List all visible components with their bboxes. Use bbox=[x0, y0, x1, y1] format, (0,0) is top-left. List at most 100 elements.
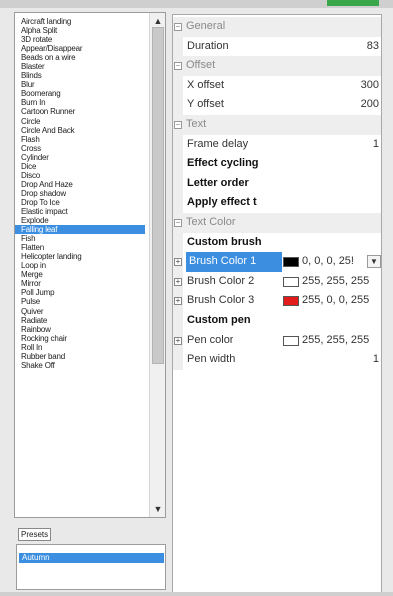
category-text-color-label: Text Color bbox=[186, 216, 236, 228]
category-text[interactable]: − Text bbox=[173, 115, 381, 135]
brush-color-3-swatch bbox=[283, 296, 299, 307]
property-brush-color-1[interactable]: + Brush Color 1 0, 0, 0, 25! ▼ bbox=[173, 252, 381, 272]
effect-list-item[interactable]: Rocking chair bbox=[15, 334, 145, 343]
effect-list-item[interactable]: Fish bbox=[15, 234, 145, 243]
effect-list-item[interactable]: Drop shadow bbox=[15, 189, 145, 198]
effect-list-item[interactable]: Pulse bbox=[15, 297, 145, 306]
effect-list-item[interactable]: Drop To Ice bbox=[15, 198, 145, 207]
effect-list-item[interactable]: Drop And Haze bbox=[15, 180, 145, 189]
pen-width-label: Pen width bbox=[187, 353, 236, 366]
property-custom-pen[interactable]: Custom pen bbox=[173, 311, 381, 331]
brush-color-1-swatch bbox=[283, 257, 299, 268]
effect-list-item[interactable]: Poll Jump bbox=[15, 288, 145, 297]
brush-color-3-value[interactable]: 255, 0, 0, 255 bbox=[302, 291, 369, 311]
effect-list-item[interactable]: Cartoon Runner bbox=[15, 107, 145, 116]
plus-box-icon[interactable]: + bbox=[174, 336, 182, 345]
property-effect-cycling[interactable]: Effect cycling bbox=[173, 154, 381, 174]
duration-label: Duration bbox=[187, 39, 229, 52]
property-brush-color-2[interactable]: + Brush Color 2 255, 255, 255 bbox=[173, 271, 381, 292]
effect-list-item[interactable]: Radiate bbox=[15, 316, 145, 325]
effect-list-item[interactable]: Loop in bbox=[15, 261, 145, 270]
pen-color-value[interactable]: 255, 255, 255 bbox=[302, 331, 369, 351]
brush-color-2-value[interactable]: 255, 255, 255 bbox=[302, 272, 369, 292]
scroll-down-arrow-icon[interactable]: ▼ bbox=[152, 503, 164, 515]
frame-delay-value[interactable]: 1 bbox=[373, 135, 379, 155]
apply-effect-label: Apply effect t bbox=[187, 196, 257, 209]
minus-box-icon[interactable]: − bbox=[174, 219, 182, 227]
effect-list-item[interactable]: Burn In bbox=[15, 98, 145, 107]
y-offset-value[interactable]: 200 bbox=[361, 95, 379, 115]
pen-color-label: Pen color bbox=[187, 333, 234, 346]
effect-list-item[interactable]: Merge bbox=[15, 270, 145, 279]
effects-list-panel: Aircraft landing Alpha Split 3D rotate Appe… bbox=[14, 12, 166, 518]
effect-list-item[interactable]: Mirror bbox=[15, 279, 145, 288]
property-brush-color-3[interactable]: + Brush Color 3 255, 0, 0, 255 bbox=[173, 291, 381, 311]
effect-list-item[interactable]: Quiver bbox=[15, 307, 145, 316]
property-y-offset[interactable]: Y offset 200 bbox=[173, 95, 381, 115]
effect-list-item[interactable]: Blur bbox=[15, 80, 145, 89]
effect-list-item[interactable]: Shake Off bbox=[15, 361, 145, 370]
plus-box-icon[interactable]: + bbox=[174, 277, 182, 286]
frame-delay-label: Frame delay bbox=[187, 137, 249, 150]
effect-list-item[interactable]: Appear/Disappear bbox=[15, 44, 145, 53]
property-pen-color[interactable]: + Pen color 255, 255, 255 bbox=[173, 330, 381, 351]
effect-list-item[interactable]: Disco bbox=[15, 171, 145, 180]
category-general-label: General bbox=[186, 20, 226, 32]
effect-list-item[interactable]: Blaster bbox=[15, 62, 145, 71]
brush-color-3-label: Brush Color 3 bbox=[187, 294, 255, 307]
effect-list-item[interactable]: Circle bbox=[15, 117, 145, 126]
category-offset-label: Offset bbox=[186, 59, 216, 72]
effect-list-item[interactable]: Alpha Split bbox=[15, 26, 145, 35]
pen-width-value[interactable]: 1 bbox=[373, 350, 379, 370]
x-offset-value[interactable]: 300 bbox=[361, 76, 379, 96]
presets-list[interactable]: Autumn bbox=[16, 544, 166, 590]
scroll-up-arrow-icon[interactable]: ▲ bbox=[152, 15, 164, 27]
property-letter-order[interactable]: Letter order bbox=[173, 173, 381, 194]
effect-list-item[interactable]: Elastic impact bbox=[15, 207, 145, 216]
effect-list-item[interactable]: Flatten bbox=[15, 243, 145, 252]
brush-color-1-value[interactable]: 0, 0, 0, 25! bbox=[302, 252, 354, 272]
effects-list-scrollbar[interactable]: ▲ ▼ bbox=[149, 13, 165, 517]
effect-list-item[interactable]: Cross bbox=[15, 144, 145, 153]
preset-item[interactable]: Autumn bbox=[19, 553, 164, 563]
effect-list-item[interactable]: Rubber band bbox=[15, 352, 145, 361]
effect-list-item[interactable]: Explode bbox=[15, 216, 145, 225]
property-x-offset[interactable]: X offset 300 bbox=[173, 75, 381, 96]
effect-list-item[interactable]: Rainbow bbox=[15, 325, 145, 334]
effect-list-item[interactable]: Blinds bbox=[15, 71, 145, 80]
effect-list-item[interactable]: Flash bbox=[15, 135, 145, 144]
effect-list-item[interactable]: Roll In bbox=[15, 343, 145, 352]
property-pen-width[interactable]: Pen width 1 bbox=[173, 350, 381, 370]
property-duration[interactable]: Duration 83 bbox=[173, 36, 381, 57]
category-text-color[interactable]: − Text Color bbox=[173, 213, 381, 233]
effect-list-item[interactable]: Helicopter landing bbox=[15, 252, 145, 261]
effect-list-item[interactable]: Dice bbox=[15, 162, 145, 171]
property-custom-brush[interactable]: Custom brush bbox=[173, 232, 381, 253]
duration-value[interactable]: 83 bbox=[367, 37, 379, 57]
brush-color-2-swatch bbox=[283, 276, 299, 287]
minus-box-icon[interactable]: − bbox=[174, 62, 182, 71]
brush-color-1-label: Brush Color 1 bbox=[186, 252, 282, 272]
effect-list-item[interactable]: Beads on a wire bbox=[15, 53, 145, 62]
effect-list-item[interactable]: Circle And Back bbox=[15, 126, 145, 135]
effect-list-item[interactable]: 3D rotate bbox=[15, 35, 145, 44]
brush-color-2-label: Brush Color 2 bbox=[187, 274, 255, 287]
category-offset[interactable]: − Offset bbox=[173, 56, 381, 76]
effect-list-item[interactable]: Boomerang bbox=[15, 89, 145, 98]
category-general[interactable]: − General bbox=[173, 17, 381, 37]
effect-list-item[interactable]: Cylinder bbox=[15, 153, 145, 162]
effects-list[interactable]: Aircraft landing Alpha Split 3D rotate Appe… bbox=[15, 17, 145, 370]
effect-cycling-label: Effect cycling bbox=[187, 157, 259, 170]
custom-pen-label: Custom pen bbox=[187, 314, 251, 326]
plus-box-icon[interactable]: + bbox=[174, 297, 182, 306]
property-frame-delay[interactable]: Frame delay 1 bbox=[173, 134, 381, 155]
minus-box-icon[interactable]: − bbox=[174, 121, 182, 129]
plus-box-icon[interactable]: + bbox=[174, 258, 182, 267]
window-bottom-edge bbox=[0, 592, 393, 596]
scrollbar-thumb[interactable] bbox=[152, 27, 164, 364]
effect-list-item[interactable]: Falling leaf bbox=[15, 225, 145, 235]
chevron-down-icon[interactable]: ▼ bbox=[367, 255, 381, 269]
minus-box-icon[interactable]: − bbox=[174, 23, 182, 31]
effect-list-item[interactable]: Aircraft landing bbox=[15, 17, 145, 26]
property-apply-effect[interactable]: Apply effect t bbox=[173, 193, 381, 213]
